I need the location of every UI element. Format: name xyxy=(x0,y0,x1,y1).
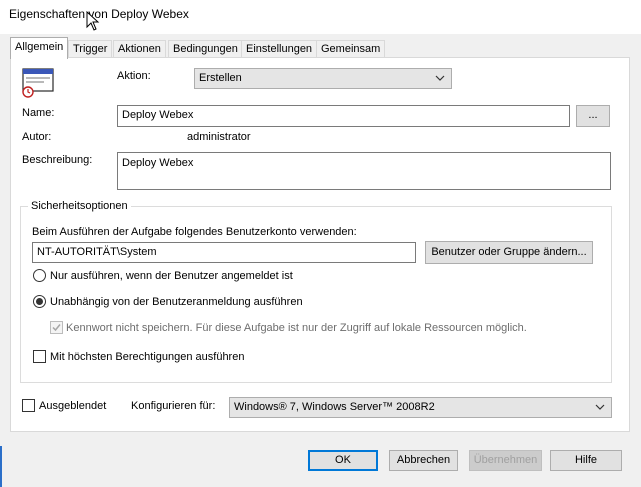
radio-selected-dot xyxy=(36,298,43,305)
tab-einstellungen[interactable]: Einstellungen xyxy=(241,40,318,58)
configure-for-label: Konfigurieren für: xyxy=(131,400,216,412)
hidden-checkbox[interactable] xyxy=(22,399,35,412)
chevron-down-icon xyxy=(435,75,445,81)
tab-bedingungen[interactable]: Bedingungen xyxy=(168,40,243,58)
author-value: administrator xyxy=(187,131,251,143)
action-select[interactable]: Erstellen xyxy=(194,68,452,89)
tab-aktionen[interactable]: Aktionen xyxy=(113,40,166,58)
chevron-down-icon xyxy=(595,404,605,410)
scheduled-task-icon xyxy=(22,68,54,98)
action-label: Aktion: xyxy=(117,70,151,82)
action-select-value: Erstellen xyxy=(199,72,242,84)
apply-button[interactable]: Übernehmen xyxy=(469,450,542,471)
no-password-checkbox[interactable] xyxy=(50,321,63,334)
mouse-cursor-icon xyxy=(86,11,100,31)
tab-gemeinsam[interactable]: Gemeinsam xyxy=(316,40,386,58)
ok-button[interactable]: OK xyxy=(308,450,378,471)
help-button[interactable]: Hilfe xyxy=(550,450,622,471)
checkmark-icon xyxy=(52,324,61,332)
name-input[interactable]: Deploy Webex xyxy=(117,105,570,127)
description-label: Beschreibung: xyxy=(22,154,93,166)
security-options-label: Sicherheitsoptionen xyxy=(28,200,131,212)
author-label: Autor: xyxy=(22,131,52,143)
radio-independent[interactable] xyxy=(33,295,46,308)
user-account-field: NT-AUTORITÄT\System xyxy=(32,242,416,263)
radio-logged-on-label[interactable]: Nur ausführen, wenn der Benutzer angemel… xyxy=(50,270,293,282)
name-label: Name: xyxy=(22,107,55,119)
highest-privileges-label[interactable]: Mit höchsten Berechtigungen ausführen xyxy=(50,351,244,363)
configure-for-value: Windows® 7, Windows Server™ 2008R2 xyxy=(234,401,435,413)
radio-independent-label[interactable]: Unabhängig von der Benutzeranmeldung aus… xyxy=(50,296,303,308)
radio-logged-on-only[interactable] xyxy=(33,269,46,282)
change-user-button[interactable]: Benutzer oder Gruppe ändern... xyxy=(425,241,593,264)
no-password-label: Kennwort nicht speichern. Für diese Aufg… xyxy=(66,322,527,334)
configure-for-select[interactable]: Windows® 7, Windows Server™ 2008R2 xyxy=(229,397,612,418)
tab-allgemein[interactable]: Allgemein xyxy=(10,37,69,59)
window-edge xyxy=(0,446,2,487)
hidden-label[interactable]: Ausgeblendet xyxy=(39,400,106,412)
browse-button[interactable]: ... xyxy=(576,105,610,127)
cancel-button[interactable]: Abbrechen xyxy=(389,450,458,471)
description-textarea[interactable]: Deploy Webex xyxy=(117,152,611,190)
highest-privileges-checkbox[interactable] xyxy=(33,350,46,363)
tab-trigger[interactable]: Trigger xyxy=(68,40,113,58)
run-as-label: Beim Ausführen der Aufgabe folgendes Ben… xyxy=(32,226,357,238)
